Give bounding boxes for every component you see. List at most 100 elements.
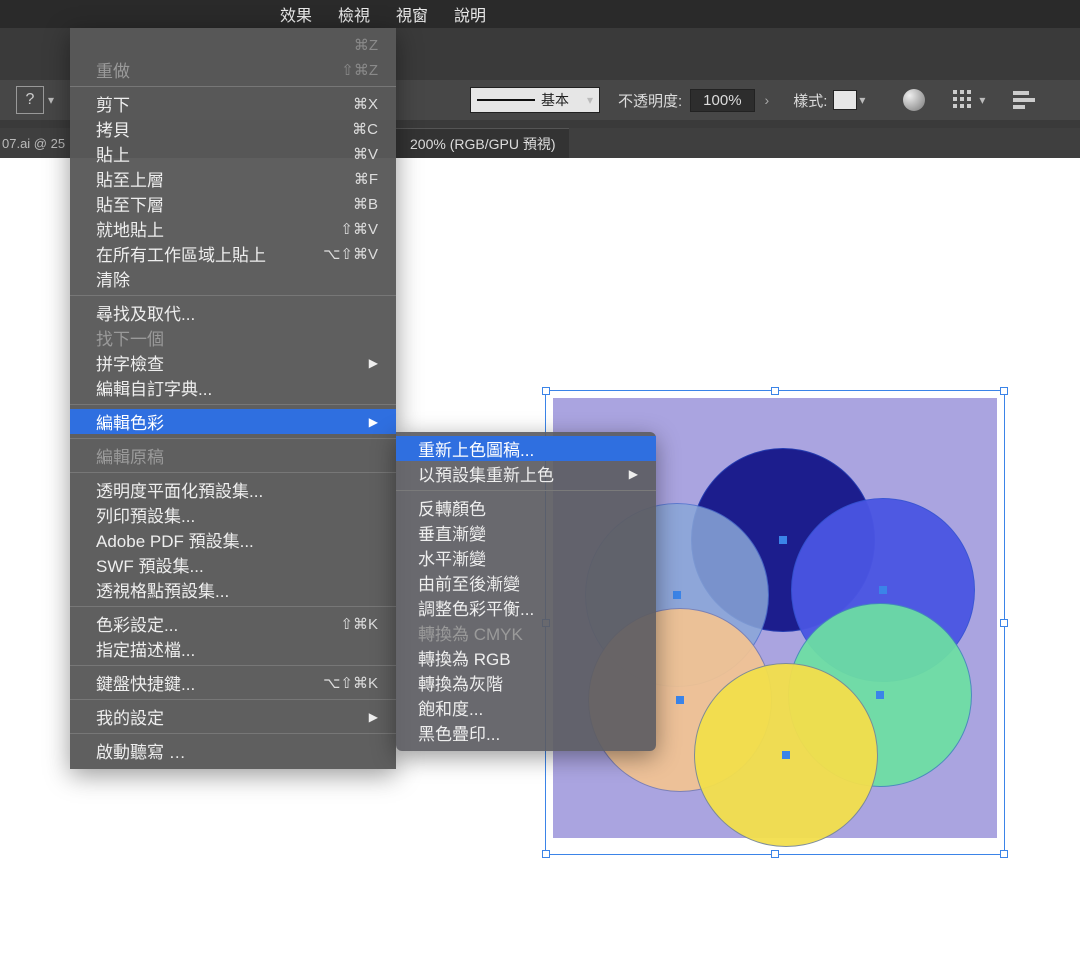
menu-item[interactable]: 鍵盤快捷鍵...⌥⇧⌘K bbox=[70, 670, 396, 695]
menu-item-label: 指定描述檔... bbox=[96, 636, 195, 661]
menu-shortcut: ⇧⌘Z bbox=[341, 61, 378, 79]
menu-item[interactable]: 黑色疊印... bbox=[396, 720, 656, 745]
menu-item-label: 鍵盤快捷鍵... bbox=[96, 670, 195, 695]
menu-item-label: 找下一個 bbox=[96, 325, 164, 350]
chevron-down-icon: ▾ bbox=[979, 93, 985, 107]
menu-shortcut: ⇧⌘K bbox=[340, 615, 378, 633]
menu-item[interactable]: 重新上色圖稿... bbox=[396, 436, 656, 461]
menu-item[interactable]: 色彩設定...⇧⌘K bbox=[70, 611, 396, 636]
menu-item-label: 重新上色圖稿... bbox=[418, 436, 534, 461]
menu-item[interactable]: SWF 預設集... bbox=[70, 552, 396, 577]
menu-item: 編輯原稿 bbox=[70, 443, 396, 468]
menu-item-label: 就地貼上 bbox=[96, 216, 164, 241]
menubar: 效果 檢視 視窗 說明 bbox=[0, 0, 1080, 28]
menu-item[interactable]: 我的設定 ▶ bbox=[70, 704, 396, 729]
menu-item[interactable]: 調整色彩平衡... bbox=[396, 595, 656, 620]
menu-item: 重做 ⇧⌘Z bbox=[70, 57, 396, 82]
menu-item-label: 啟動聽寫 … bbox=[96, 738, 186, 763]
resize-handle-sw[interactable] bbox=[542, 850, 550, 858]
menu-item[interactable]: 貼至上層⌘F bbox=[70, 166, 396, 191]
menu-item[interactable]: 清除 bbox=[70, 266, 396, 291]
menu-item[interactable]: 尋找及取代... bbox=[70, 300, 396, 325]
menu-item-label: 編輯原稿 bbox=[96, 443, 164, 468]
menu-item[interactable]: 拷貝⌘C bbox=[70, 116, 396, 141]
stroke-preset-label: 基本 bbox=[541, 90, 569, 110]
menu-window[interactable]: 視窗 bbox=[396, 2, 428, 26]
help-dropdown[interactable]: ? ▾ bbox=[0, 86, 70, 114]
menu-separator bbox=[70, 438, 396, 439]
menu-item-label: 重做 bbox=[96, 57, 130, 82]
menu-separator bbox=[70, 404, 396, 405]
menu-item[interactable]: 貼上 ⌘V bbox=[70, 141, 396, 166]
menu-item[interactable]: Adobe PDF 預設集... bbox=[70, 527, 396, 552]
chevron-right-icon[interactable]: › bbox=[765, 92, 770, 108]
menu-separator bbox=[70, 295, 396, 296]
resize-handle-s[interactable] bbox=[771, 850, 779, 858]
menu-item[interactable]: 轉換為 RGB bbox=[396, 645, 656, 670]
menu-item-label: 水平漸變 bbox=[418, 545, 486, 570]
menu-item[interactable]: 飽和度... bbox=[396, 695, 656, 720]
resize-handle-ne[interactable] bbox=[1000, 387, 1008, 395]
stroke-preset-dropdown[interactable]: 基本 ▾ bbox=[470, 87, 600, 113]
menu-item[interactable]: 編輯自訂字典... bbox=[70, 375, 396, 400]
menu-item-label: 黑色疊印... bbox=[418, 720, 500, 745]
menu-view[interactable]: 檢視 bbox=[338, 2, 370, 26]
menu-item-label: 調整色彩平衡... bbox=[418, 595, 534, 620]
menu-shortcut: ⌘V bbox=[353, 145, 378, 163]
submenu-arrow-icon: ▶ bbox=[629, 467, 638, 481]
menu-item[interactable]: 編輯色彩▶ bbox=[70, 409, 396, 434]
menu-separator bbox=[70, 665, 396, 666]
resize-handle-e[interactable] bbox=[1000, 619, 1008, 627]
edit-menu-dropdown[interactable]: ⌘Z重做⇧⌘Z剪下⌘X拷貝⌘C貼上⌘V貼至上層⌘F貼至下層⌘B就地貼上⇧⌘V在所… bbox=[70, 28, 396, 769]
menu-item[interactable]: 垂直漸變 bbox=[396, 520, 656, 545]
menu-item[interactable]: 透明度平面化預設集... bbox=[70, 477, 396, 502]
align-icon[interactable] bbox=[1013, 91, 1035, 109]
menu-item-label: 以預設集重新上色 bbox=[418, 461, 554, 486]
menu-shortcut: ⌥⇧⌘V bbox=[323, 245, 378, 263]
menu-item-label: 在所有工作區域上貼上 bbox=[96, 241, 266, 266]
tab-truncated: 07.ai @ 25 bbox=[0, 136, 70, 151]
resize-handle-n[interactable] bbox=[771, 387, 779, 395]
menu-help[interactable]: 說明 bbox=[454, 2, 486, 26]
menu-item[interactable]: 剪下⌘X bbox=[70, 91, 396, 116]
menu-item[interactable]: 由前至後漸變 bbox=[396, 570, 656, 595]
resize-handle-nw[interactable] bbox=[542, 387, 550, 395]
menu-separator bbox=[70, 606, 396, 607]
menu-item-label: 飽和度... bbox=[418, 695, 483, 720]
menu-item-label: 我的設定 bbox=[96, 704, 164, 729]
menu-item-label: 貼上 bbox=[96, 141, 130, 166]
menu-shortcut: ⇧⌘V bbox=[340, 220, 378, 238]
menu-item[interactable]: 水平漸變 bbox=[396, 545, 656, 570]
menu-effects[interactable]: 效果 bbox=[280, 2, 312, 26]
resize-handle-se[interactable] bbox=[1000, 850, 1008, 858]
menu-item-label: 編輯自訂字典... bbox=[96, 375, 212, 400]
menu-shortcut: ⌘X bbox=[353, 95, 378, 113]
menu-item[interactable]: 轉換為灰階 bbox=[396, 670, 656, 695]
menu-item-label: 編輯色彩 bbox=[96, 409, 164, 434]
chevron-down-icon: ▾ bbox=[587, 93, 593, 107]
menu-item-label: 垂直漸變 bbox=[418, 520, 486, 545]
opacity-value[interactable]: 100% bbox=[690, 89, 754, 112]
menu-item[interactable]: 透視格點預設集... bbox=[70, 577, 396, 602]
menu-item[interactable]: 啟動聽寫 … bbox=[70, 738, 396, 763]
menu-item[interactable]: 貼至下層⌘B bbox=[70, 191, 396, 216]
document-tab[interactable]: 200% (RGB/GPU 預視) bbox=[396, 128, 569, 158]
menu-item[interactable]: 以預設集重新上色 ▶ bbox=[396, 461, 656, 486]
globe-icon[interactable] bbox=[903, 89, 925, 111]
menu-item[interactable]: 就地貼上 ⇧⌘V bbox=[70, 216, 396, 241]
menu-item[interactable]: 在所有工作區域上貼上 ⌥⇧⌘V bbox=[70, 241, 396, 266]
menu-separator bbox=[70, 86, 396, 87]
menu-item[interactable]: 拼字檢查▶ bbox=[70, 350, 396, 375]
align-grid-icon[interactable] bbox=[953, 90, 977, 110]
menu-item[interactable]: 列印預設集... bbox=[70, 502, 396, 527]
menu-item[interactable]: 指定描述檔... bbox=[70, 636, 396, 661]
edit-colors-submenu[interactable]: 重新上色圖稿...以預設集重新上色 ▶ 反轉顏色垂直漸變水平漸變由前至後漸變調整色彩… bbox=[396, 432, 656, 751]
menu-item-label: 透視格點預設集... bbox=[96, 577, 229, 602]
menu-item[interactable]: 反轉顏色 bbox=[396, 495, 656, 520]
menu-shortcut: ⌘C bbox=[352, 120, 378, 138]
style-swatch[interactable] bbox=[833, 90, 857, 110]
menu-separator bbox=[70, 699, 396, 700]
opacity-label: 不透明度: bbox=[618, 90, 682, 111]
menu-item-label: 清除 bbox=[96, 266, 130, 291]
submenu-arrow-icon: ▶ bbox=[369, 710, 378, 724]
